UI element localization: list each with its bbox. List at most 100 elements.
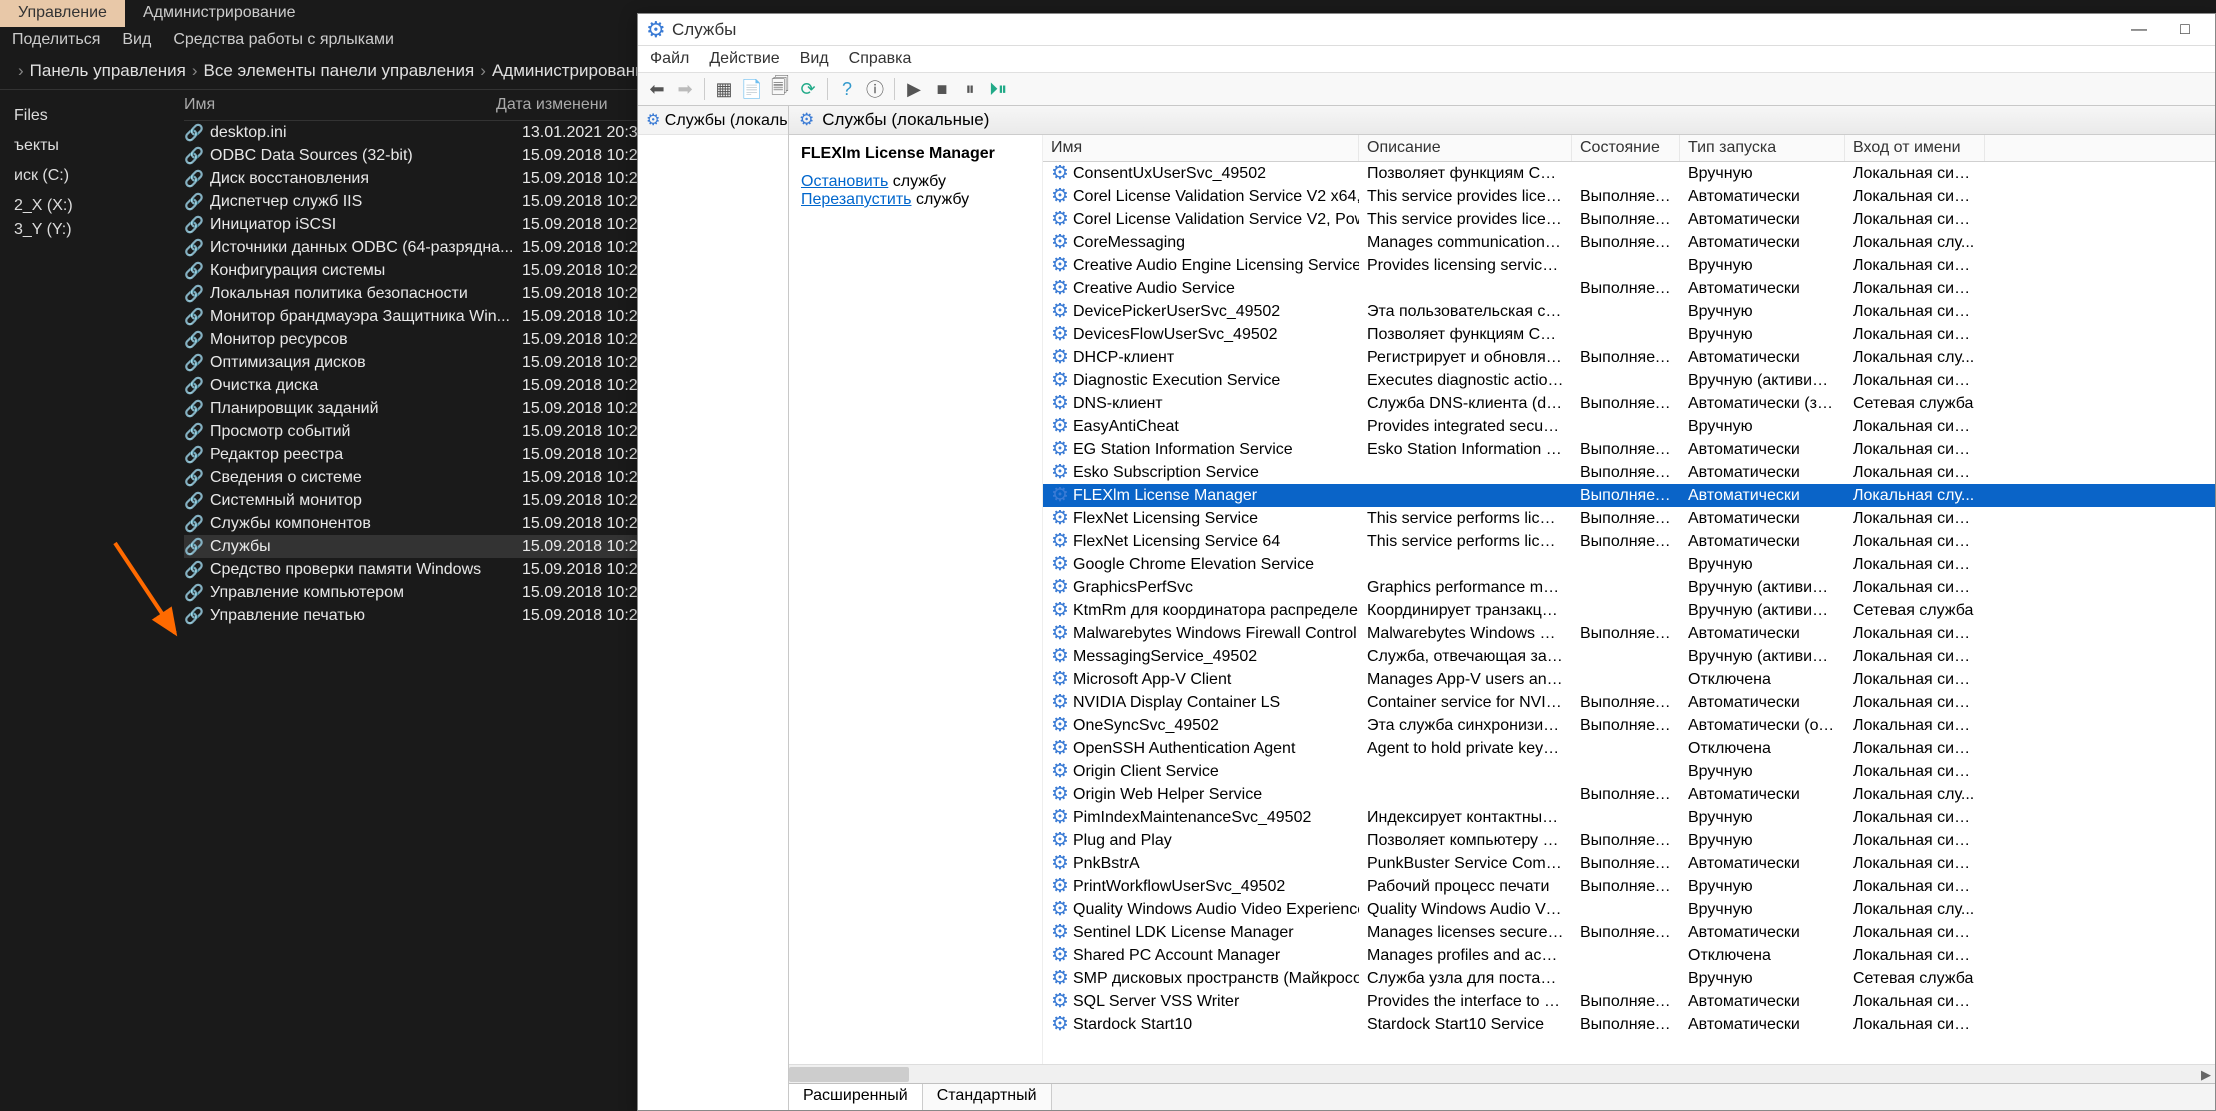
table-row[interactable]: ⚙PimIndexMaintenanceSvc_49502Индексирует…	[1043, 806, 2215, 829]
table-row[interactable]: ⚙SQL Server VSS WriterProvides the inter…	[1043, 990, 2215, 1013]
th-desc[interactable]: Описание	[1359, 135, 1572, 161]
start-icon[interactable]: ▶	[901, 76, 927, 102]
table-row[interactable]: ⚙Sentinel LDK License ManagerManages lic…	[1043, 921, 2215, 944]
export-icon[interactable]: 🗐	[767, 76, 793, 102]
back-icon[interactable]: ⬅	[644, 76, 670, 102]
shortcut-icon: 🔗	[184, 445, 204, 465]
tree-node[interactable]: иск (C:)	[6, 164, 170, 188]
service-detail-pane: FLEXlm License Manager Остановить службу…	[789, 135, 1043, 1064]
info-icon[interactable]: ⓘ	[862, 76, 888, 102]
service-logon: Локальная слу...	[1845, 487, 1985, 505]
table-row[interactable]: ⚙EG Station Information ServiceEsko Stat…	[1043, 438, 2215, 461]
table-row[interactable]: ⚙Creative Audio ServiceВыполняетсяАвтома…	[1043, 277, 2215, 300]
tree-node[interactable]: 2_X (X:)	[6, 194, 170, 218]
table-row[interactable]: ⚙Diagnostic Execution ServiceExecutes di…	[1043, 369, 2215, 392]
table-row[interactable]: ⚙DevicesFlowUserSvc_49502Позволяет функц…	[1043, 323, 2215, 346]
tree-node[interactable]: ъекты	[6, 134, 170, 158]
explorer-tree[interactable]: Files ъекты иск (C:) 2_X (X:)3_Y (Y:)	[0, 90, 176, 1101]
menu-item[interactable]: Справка	[849, 50, 912, 68]
menu-item[interactable]: Файл	[650, 50, 689, 68]
restart-icon[interactable]: ⏵⏸	[985, 76, 1011, 102]
table-row[interactable]: ⚙Quality Windows Audio Video ExperienceQ…	[1043, 898, 2215, 921]
table-row[interactable]: ⚙Origin Web Helper ServiceВыполняетсяАвт…	[1043, 783, 2215, 806]
menu-item[interactable]: Вид	[800, 50, 829, 68]
table-row[interactable]: ⚙Plug and PlayПозволяет компьютеру распо…	[1043, 829, 2215, 852]
view-tab[interactable]: Стандартный	[923, 1084, 1052, 1110]
menu-item[interactable]: Вид	[122, 31, 151, 49]
table-row[interactable]: ⚙MessagingService_49502Служба, отвечающа…	[1043, 645, 2215, 668]
service-desc: This service performs licensing ...	[1359, 510, 1572, 528]
breadcrumb-segment[interactable]: Панель управления	[30, 61, 186, 80]
view-tab[interactable]: Расширенный	[789, 1084, 923, 1110]
table-row[interactable]: ⚙Shared PC Account ManagerManages profil…	[1043, 944, 2215, 967]
th-start[interactable]: Тип запуска	[1680, 135, 1845, 161]
table-row[interactable]: ⚙FlexNet Licensing Service 64This servic…	[1043, 530, 2215, 553]
menu-item[interactable]: Действие	[709, 50, 779, 68]
titlebar[interactable]: ⚙ Службы — □	[638, 14, 2215, 46]
help-icon[interactable]: ?	[834, 76, 860, 102]
horizontal-scrollbar[interactable]: ◀ ▶	[789, 1064, 2215, 1083]
table-row[interactable]: ⚙ConsentUxUserSvc_49502Позволяет функция…	[1043, 162, 2215, 185]
scroll-right-icon[interactable]: ▶	[2197, 1065, 2215, 1084]
table-row[interactable]: ⚙Corel License Validation Service V2 x64…	[1043, 185, 2215, 208]
refresh-icon[interactable]: ⟳	[795, 76, 821, 102]
table-row[interactable]: ⚙Microsoft App-V ClientManages App-V use…	[1043, 668, 2215, 691]
gear-icon: ⚙	[1051, 671, 1069, 689]
service-state: Выполняется	[1572, 464, 1680, 482]
tree-node[interactable]: Files	[6, 104, 170, 128]
forward-icon[interactable]: ➡	[672, 76, 698, 102]
table-row[interactable]: ⚙EasyAntiCheatProvides integrated securi…	[1043, 415, 2215, 438]
column-header-name[interactable]: Имя	[184, 96, 496, 114]
tree-node[interactable]: 3_Y (Y:)	[6, 218, 170, 242]
table-row[interactable]: ⚙Esko Subscription ServiceВыполняетсяАвт…	[1043, 461, 2215, 484]
show-hide-icon[interactable]: ▦	[711, 76, 737, 102]
scroll-thumb[interactable]	[789, 1067, 909, 1082]
breadcrumb-segment[interactable]: Все элементы панели управления	[204, 61, 475, 80]
table-row[interactable]: ⚙Malwarebytes Windows Firewall ControlMa…	[1043, 622, 2215, 645]
table-row[interactable]: ⚙SMP дисковых пространств (Майкрософт)Сл…	[1043, 967, 2215, 990]
stop-icon[interactable]: ■	[929, 76, 955, 102]
service-logon: Локальная сист...	[1845, 556, 1985, 574]
table-row[interactable]: ⚙Google Chrome Elevation ServiceВручнуюЛ…	[1043, 553, 2215, 576]
table-row[interactable]: ⚙OneSyncSvc_49502Эта служба синхронизиру…	[1043, 714, 2215, 737]
service-start-type: Вручную (активирова...	[1680, 648, 1845, 666]
table-row[interactable]: ⚙DNS-клиентСлужба DNS-клиента (dnscach..…	[1043, 392, 2215, 415]
table-row[interactable]: ⚙PrintWorkflowUserSvc_49502Рабочий проце…	[1043, 875, 2215, 898]
selected-service-name: FLEXlm License Manager	[801, 145, 1030, 163]
table-row[interactable]: ⚙DHCP-клиентРегистрирует и обновляет IP-…	[1043, 346, 2215, 369]
restart-service-link[interactable]: Перезапустить	[801, 191, 912, 208]
menu-item[interactable]: Поделиться	[12, 31, 100, 49]
service-logon: Локальная сист...	[1845, 763, 1985, 781]
gear-icon: ⚙	[1051, 878, 1069, 896]
services-tree-item-local[interactable]: ⚙ Службы (локальн	[638, 106, 788, 135]
properties-icon[interactable]: 📄	[739, 76, 765, 102]
menu-item[interactable]: Средства работы с ярлыками	[173, 31, 394, 49]
table-row[interactable]: ⚙Corel License Validation Service V2, Po…	[1043, 208, 2215, 231]
stop-service-link[interactable]: Остановить	[801, 173, 888, 190]
table-row[interactable]: ⚙FlexNet Licensing ServiceThis service p…	[1043, 507, 2215, 530]
ribbon-tab[interactable]: Администрирование	[125, 0, 314, 27]
table-row[interactable]: ⚙FLEXlm License ManagerВыполняетсяАвтома…	[1043, 484, 2215, 507]
breadcrumb-segment[interactable]: Администрирование	[492, 61, 654, 80]
table-row[interactable]: ⚙NVIDIA Display Container LSContainer se…	[1043, 691, 2215, 714]
table-row[interactable]: ⚙OpenSSH Authentication AgentAgent to ho…	[1043, 737, 2215, 760]
table-row[interactable]: ⚙Origin Client ServiceВручнуюЛокальная с…	[1043, 760, 2215, 783]
table-row[interactable]: ⚙Stardock Start10Stardock Start10 Servic…	[1043, 1013, 2215, 1036]
table-row[interactable]: ⚙CoreMessagingManages communication betw…	[1043, 231, 2215, 254]
table-row[interactable]: ⚙GraphicsPerfSvcGraphics performance mon…	[1043, 576, 2215, 599]
th-state[interactable]: Состояние	[1572, 135, 1680, 161]
minimize-button[interactable]: —	[2117, 16, 2161, 44]
service-name: EasyAntiCheat	[1073, 418, 1179, 436]
th-name[interactable]: Имя	[1043, 135, 1359, 161]
table-row[interactable]: ⚙KtmRm для координатора распределенных .…	[1043, 599, 2215, 622]
service-start-type: Вручную	[1680, 901, 1845, 919]
pause-icon[interactable]: ⏸	[957, 76, 983, 102]
table-row[interactable]: ⚙Creative Audio Engine Licensing Service…	[1043, 254, 2215, 277]
service-name: PimIndexMaintenanceSvc_49502	[1073, 809, 1311, 827]
table-row[interactable]: ⚙DevicePickerUserSvc_49502Эта пользовате…	[1043, 300, 2215, 323]
gear-icon: ⚙	[1051, 303, 1069, 321]
maximize-button[interactable]: □	[2163, 16, 2207, 44]
ribbon-tab[interactable]: Управление	[0, 0, 125, 27]
th-logon[interactable]: Вход от имени	[1845, 135, 1985, 161]
table-row[interactable]: ⚙PnkBstrAPunkBuster Service Component...…	[1043, 852, 2215, 875]
